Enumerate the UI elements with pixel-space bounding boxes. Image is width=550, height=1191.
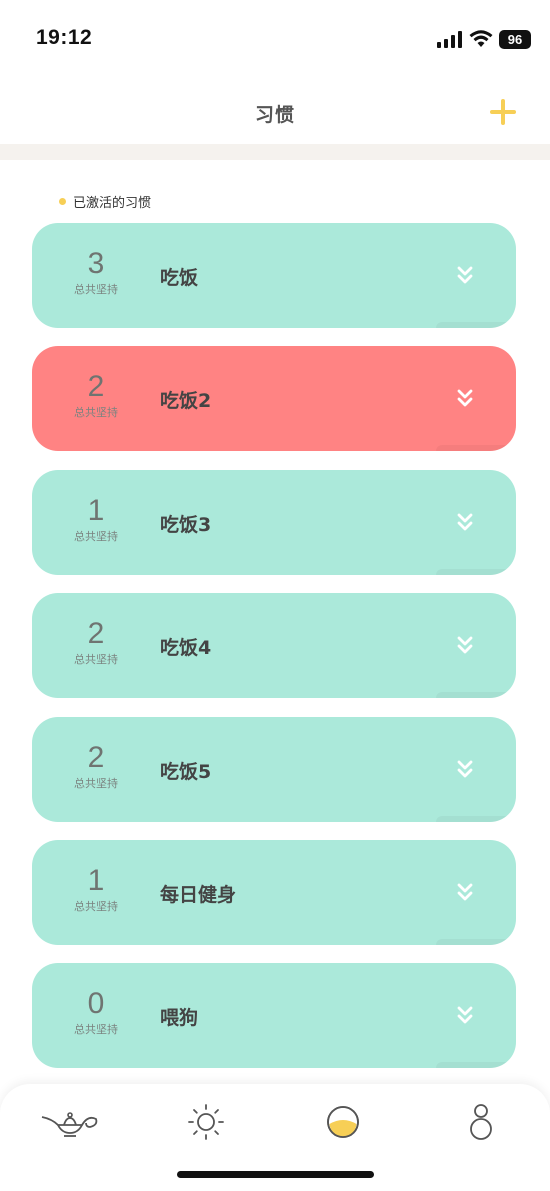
status-time: 19:12 xyxy=(36,26,93,49)
add-habit-button[interactable] xyxy=(488,97,518,127)
habit-card[interactable]: 0 总共坚持 喂狗 xyxy=(32,963,516,1069)
habit-name: 吃饭 xyxy=(160,267,199,289)
habit-name: 吃饭3 xyxy=(160,513,212,536)
card-notch xyxy=(436,322,516,328)
signal-icon xyxy=(437,31,462,48)
chevron-double-down-icon[interactable] xyxy=(457,388,473,408)
habit-card[interactable]: 2 总共坚持 吃饭2 xyxy=(32,346,516,452)
habit-name: 喂狗 xyxy=(160,1007,199,1030)
habit-count-label: 总共坚持 xyxy=(74,406,118,420)
habit-count-label: 总共坚持 xyxy=(74,899,118,913)
habit-name: 吃饭5 xyxy=(160,760,212,783)
status-bar: 19:12 96 xyxy=(0,0,550,80)
habit-count: 1 xyxy=(87,863,105,897)
habit-card[interactable]: 2 总共坚持 吃饭4 xyxy=(32,593,516,699)
moon-icon xyxy=(327,1106,359,1138)
tab-moon[interactable] xyxy=(308,1100,378,1144)
habit-card[interactable]: 2 总共坚持 吃饭5 xyxy=(32,716,516,822)
habit-count-box: 1 总共坚持 xyxy=(60,494,132,544)
chevron-double-down-icon[interactable] xyxy=(457,635,473,655)
habit-card[interactable]: 3 总共坚持 吃饭 xyxy=(32,223,516,328)
habit-count-label: 总共坚持 xyxy=(74,529,118,543)
habit-name: 每日健身 xyxy=(160,883,237,906)
habit-count: 0 xyxy=(87,987,105,1021)
sun-icon xyxy=(188,1104,224,1140)
habit-count-box: 1 总共坚持 xyxy=(60,864,132,914)
habit-count: 2 xyxy=(87,740,105,774)
habit-count-label: 总共坚持 xyxy=(74,283,118,296)
habit-count-box: 2 总共坚持 xyxy=(60,617,132,667)
page-title: 习惯 xyxy=(254,104,295,126)
card-notch xyxy=(436,692,516,699)
card-notch xyxy=(436,568,516,575)
habit-list: 3 总共坚持 吃饭 2 总共坚持 吃饭2 1 总共坚持 吃饭3 2 总共坚持 吃饭4 2 总共坚持 吃饭5 1… xyxy=(32,223,516,1087)
nav-bar: 习惯 xyxy=(0,80,550,144)
magic-lamp-icon xyxy=(41,1112,98,1137)
habit-count-label: 总共坚持 xyxy=(74,776,118,790)
chevron-double-down-icon[interactable] xyxy=(457,882,473,902)
tab-profile[interactable] xyxy=(446,1100,516,1144)
home-indicator xyxy=(177,1171,374,1178)
habit-card[interactable]: 1 总共坚持 每日健身 xyxy=(32,839,516,945)
wifi-icon xyxy=(469,30,493,47)
habit-count: 3 xyxy=(87,247,105,280)
habit-count-box: 0 总共坚持 xyxy=(60,987,132,1037)
habit-count-label: 总共坚持 xyxy=(74,653,118,667)
chevron-double-down-icon[interactable] xyxy=(457,512,473,532)
habit-card[interactable]: 1 总共坚持 吃饭3 xyxy=(32,469,516,575)
tab-sun[interactable] xyxy=(171,1100,241,1144)
card-notch xyxy=(436,938,516,945)
tab-lamp[interactable] xyxy=(34,1100,104,1144)
habit-count: 2 xyxy=(87,617,105,651)
habit-name: 吃饭2 xyxy=(160,390,212,413)
chevron-double-down-icon[interactable] xyxy=(457,265,473,285)
chevron-double-down-icon[interactable] xyxy=(457,1005,473,1025)
card-notch xyxy=(436,445,516,452)
habit-count: 2 xyxy=(87,370,105,404)
section-title: 已激活的习惯 xyxy=(73,196,152,211)
battery-indicator: 96 xyxy=(499,30,531,49)
habit-count-box: 2 总共坚持 xyxy=(60,370,132,420)
habit-name: 吃饭4 xyxy=(160,637,212,660)
person-icon xyxy=(470,1104,492,1140)
card-notch xyxy=(436,1062,516,1069)
section-dot xyxy=(59,198,66,205)
habit-count-label: 总共坚持 xyxy=(74,1023,118,1037)
habit-count-box: 3 总共坚持 xyxy=(60,247,132,297)
habit-count-box: 2 总共坚持 xyxy=(60,741,132,791)
card-notch xyxy=(436,815,516,822)
chevron-double-down-icon[interactable] xyxy=(457,759,473,779)
header-divider xyxy=(0,144,550,160)
section-header: 已激活的习惯 xyxy=(59,192,151,211)
habit-count: 1 xyxy=(87,493,105,527)
